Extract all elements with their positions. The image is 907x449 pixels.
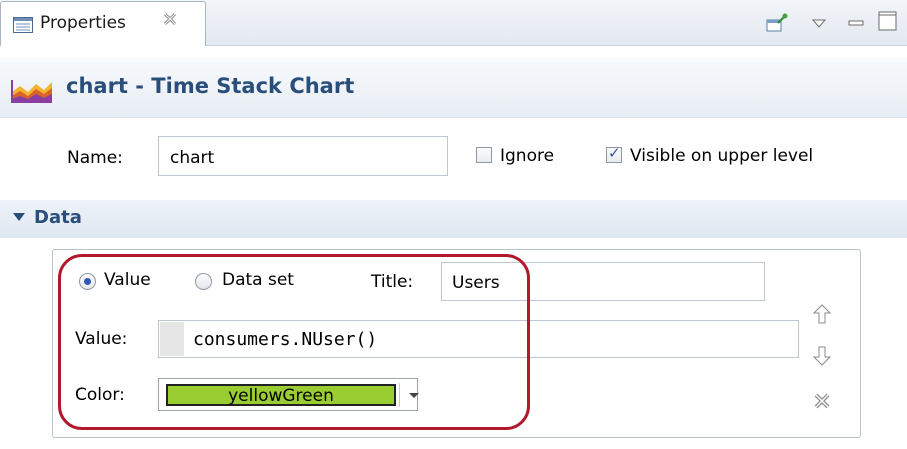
view-tab-bar: Properties <box>0 0 907 46</box>
data-section-title: Data <box>34 207 82 228</box>
title-label: Title: <box>371 272 414 292</box>
color-label: Color: <box>75 385 125 405</box>
properties-tab[interactable]: Properties <box>0 1 206 46</box>
properties-icon <box>13 17 33 38</box>
pin-icon[interactable] <box>766 13 788 38</box>
close-icon[interactable] <box>162 10 178 32</box>
visible-on-upper-level-checkbox[interactable]: ✓ <box>606 144 622 163</box>
data-set-radio[interactable] <box>195 273 212 290</box>
ignore-label: Ignore <box>500 146 555 166</box>
minimize-icon[interactable] <box>848 14 864 34</box>
color-swatch: yellowGreen <box>166 384 396 406</box>
data-section-header[interactable]: Data <box>0 200 907 238</box>
name-field[interactable]: chart <box>158 136 448 176</box>
maximize-icon[interactable] <box>878 10 898 37</box>
value-expression: consumers.NUser() <box>193 329 378 350</box>
page-title: chart - Time Stack Chart <box>66 74 355 98</box>
value-expression-field[interactable]: consumers.NUser() <box>158 320 799 358</box>
properties-header: chart - Time Stack Chart <box>0 58 907 118</box>
checkmark-icon: ✓ <box>608 144 621 162</box>
chevron-down-icon[interactable] <box>13 213 25 221</box>
value-radio[interactable] <box>79 273 96 290</box>
name-label: Name: <box>67 148 123 168</box>
remove-icon[interactable] <box>813 392 831 415</box>
dropdown-separator <box>399 383 400 407</box>
time-stack-chart-icon <box>10 78 54 109</box>
value-radio-label: Value <box>104 270 151 290</box>
title-field[interactable]: Users <box>441 262 765 301</box>
ignore-checkbox[interactable] <box>476 147 492 163</box>
move-up-icon[interactable] <box>812 304 832 329</box>
properties-tab-label: Properties <box>40 13 126 33</box>
visible-on-upper-level-label: Visible on upper level <box>630 146 814 166</box>
value-label: Value: <box>75 329 128 349</box>
color-name: yellowGreen <box>228 386 334 406</box>
color-dropdown[interactable]: yellowGreen <box>158 378 419 411</box>
view-menu-icon[interactable] <box>811 14 827 34</box>
chevron-down-icon[interactable] <box>409 393 419 398</box>
code-mode-indicator <box>160 322 184 356</box>
move-down-icon[interactable] <box>812 346 832 371</box>
data-set-radio-label: Data set <box>222 270 294 290</box>
